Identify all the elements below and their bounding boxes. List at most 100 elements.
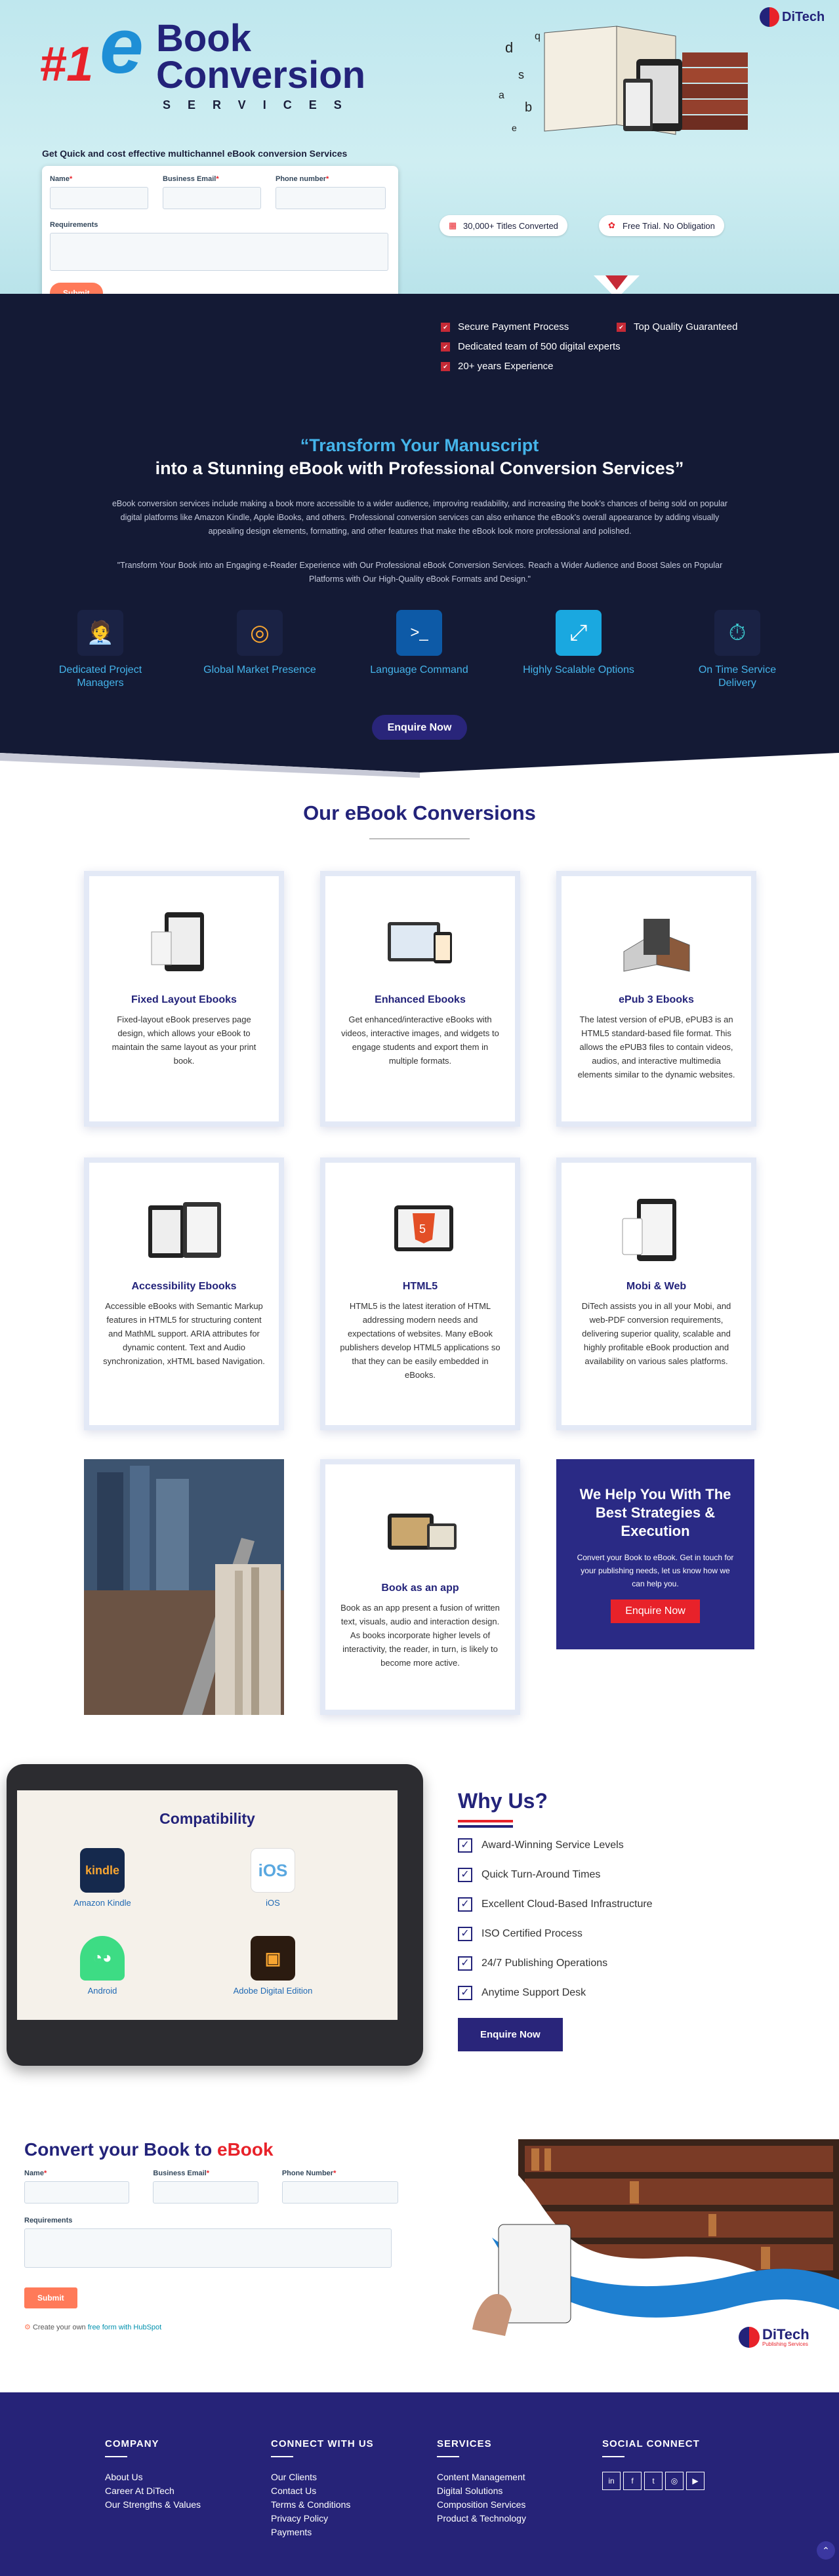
convert-name-input[interactable] (24, 2181, 130, 2204)
footer-link[interactable]: Privacy Policy (271, 2513, 374, 2524)
convert-title: Convert your Book to eBook (24, 2139, 274, 2160)
footer-heading: SOCIAL CONNECT (602, 2438, 700, 2449)
compatibility-title: Compatibility (159, 1810, 255, 1827)
footer-link[interactable]: Product & Technology (437, 2513, 526, 2524)
feature-dedicated-team: ✔ Dedicated team of 500 digital experts (441, 341, 621, 352)
ios-icon: iOS (251, 1848, 295, 1893)
footer-social: SOCIAL CONNECT in f t ◎ ▶ (602, 2438, 707, 2490)
card-html5[interactable]: 5 HTML5 HTML5 is the latest iteration of… (320, 1157, 520, 1430)
logo-mark-icon (760, 7, 779, 27)
footer-link[interactable]: Our Strengths & Values (105, 2499, 201, 2510)
email-input[interactable] (163, 187, 261, 209)
linkedin-icon[interactable]: in (602, 2472, 621, 2490)
help-text: Convert your Book to eBook. Get in touch… (577, 1553, 734, 1588)
convert-form: Name* Business Email* Phone Number* Requ… (24, 2169, 398, 2331)
why-us-section: Why Us? ✓ Award-Winning Service Levels ✓ Q… (458, 1789, 653, 2051)
card-text: HTML5 is the latest iteration of HTML ad… (340, 1301, 501, 1380)
why-us-title: Why Us? (458, 1789, 548, 1813)
gift-icon: ✿ (608, 220, 615, 230)
footer-link[interactable]: Composition Services (437, 2499, 526, 2510)
footer-link[interactable]: Contact Us (271, 2485, 374, 2496)
enquire-now-button-help[interactable]: Enquire Now (611, 1600, 700, 1623)
svg-text:s: s (518, 68, 524, 81)
hero-title-line1: Book (156, 17, 251, 60)
hubspot-link[interactable]: free form with HubSpot (88, 2324, 162, 2331)
footer-heading: COMPANY (105, 2438, 159, 2449)
card-title: Fixed Layout Ebooks (131, 994, 237, 1005)
facebook-icon[interactable]: f (623, 2472, 642, 2490)
svg-text:b: b (525, 100, 532, 115)
epub3-image (614, 902, 699, 981)
why-item: ✓ 24/7 Publishing Operations (458, 1956, 653, 1971)
convert-logo: DiTech Publishing Services (739, 2327, 809, 2348)
svg-text:q: q (535, 31, 541, 42)
instagram-icon[interactable]: ◎ (665, 2472, 684, 2490)
card-book-as-app[interactable]: Book as an app Book as an app present a … (320, 1459, 520, 1715)
section-divider (0, 740, 839, 778)
check-icon: ✔ (441, 342, 450, 352)
terminal-icon: >_ (396, 610, 442, 656)
hubspot-credit: ⚙ Create your own free form with HubSpot (24, 2324, 162, 2331)
card-enhanced[interactable]: Enhanced Ebooks Get enhanced/interactive… (320, 871, 520, 1127)
feature-icon-language-command: >_ Language Command (360, 610, 478, 677)
card-title: HTML5 (402, 1281, 438, 1292)
footer-link[interactable]: Digital Solutions (437, 2485, 526, 2496)
card-title: Accessibility Ebooks (131, 1281, 237, 1292)
compat-adobe: ▣ Adobe Digital Edition (220, 1936, 325, 1996)
logo-subtext: Publishing Services (762, 2341, 808, 2347)
logo-text: DiTech (782, 9, 825, 24)
convert-submit-button[interactable]: Submit (24, 2287, 77, 2308)
title-stripe (458, 1820, 513, 1828)
why-item: ✓ Excellent Cloud-Based Infrastructure (458, 1897, 653, 1912)
name-input[interactable] (50, 187, 148, 209)
svg-text:e: e (512, 123, 517, 133)
intro-quote-line1: “Transform Your Manuscript (300, 435, 539, 455)
footer-link[interactable]: Payments (271, 2527, 374, 2537)
youtube-icon[interactable]: ▶ (686, 2472, 705, 2490)
footer-connect: CONNECT WITH US Our Clients Contact Us T… (271, 2438, 374, 2541)
card-title: ePub 3 Ebooks (619, 994, 694, 1005)
card-mobi-web[interactable]: Mobi & Web DiTech assists you in all you… (556, 1157, 756, 1430)
intro-quote-line2: into a Stunning eBook with Professional … (155, 458, 684, 478)
checkbox-icon: ✓ (458, 1986, 472, 2000)
checkbox-icon: ✓ (458, 1927, 472, 1941)
phone-input[interactable] (276, 187, 386, 209)
convert-requirements-textarea[interactable] (24, 2228, 392, 2268)
footer-company: COMPANY About Us Career At DiTech Our St… (105, 2438, 201, 2513)
feature-icon-on-time: ⏱ On Time Service Delivery (678, 610, 796, 690)
svg-text:d: d (505, 39, 513, 56)
convert-phone-input[interactable] (281, 2181, 398, 2204)
globe-icon: ◎ (237, 610, 283, 656)
footer-link[interactable]: About Us (105, 2472, 201, 2482)
footer-link[interactable]: Our Clients (271, 2472, 374, 2482)
fixed-layout-image (142, 902, 227, 981)
card-title: Enhanced Ebooks (375, 994, 466, 1005)
enquire-now-button-intro[interactable]: Enquire Now (372, 715, 467, 741)
help-cta-box: We Help You With The Best Strategies & E… (556, 1459, 754, 1649)
site-logo[interactable]: DiTech (760, 5, 832, 29)
requirements-label: Requirements (50, 221, 98, 229)
card-fixed-layout[interactable]: Fixed Layout Ebooks Fixed-layout eBook p… (84, 871, 284, 1127)
card-title: Book as an app (381, 1582, 459, 1594)
enquire-now-button-why[interactable]: Enquire Now (458, 2018, 563, 2051)
hero-title-line3: SERVICES (163, 98, 359, 111)
adobe-digital-edition-icon: ▣ (251, 1936, 295, 1981)
book-ereader-illustration: ds a be q (499, 26, 748, 135)
twitter-icon[interactable]: t (644, 2472, 663, 2490)
requirements-textarea[interactable] (50, 233, 388, 271)
footer-link[interactable]: Terms & Conditions (271, 2499, 374, 2510)
card-accessibility[interactable]: Accessibility Ebooks Accessible eBooks w… (84, 1157, 284, 1430)
email-label: Business Email (153, 2169, 207, 2177)
checkbox-icon: ✓ (458, 1897, 472, 1912)
scroll-to-top-icon[interactable]: ⌃ (817, 2541, 835, 2560)
logo-mark-icon (739, 2327, 760, 2348)
hero-subtitle: Get Quick and cost effective multichanne… (42, 148, 348, 159)
convert-email-input[interactable] (153, 2181, 258, 2204)
feature-top-quality: ✔ Top Quality Guaranteed (617, 321, 737, 332)
accessibility-image (142, 1189, 227, 1268)
intro-quote-paragraph: "Transform Your Book into an Engaging e-… (117, 561, 723, 584)
footer-link[interactable]: Career At DiTech (105, 2485, 201, 2496)
footer-link[interactable]: Content Management (437, 2472, 526, 2482)
card-epub3[interactable]: ePub 3 Ebooks The latest version of ePUB… (556, 871, 756, 1127)
compatibility-screen: Compatibility kindle Amazon Kindle iOS iOS… (17, 1790, 398, 2020)
